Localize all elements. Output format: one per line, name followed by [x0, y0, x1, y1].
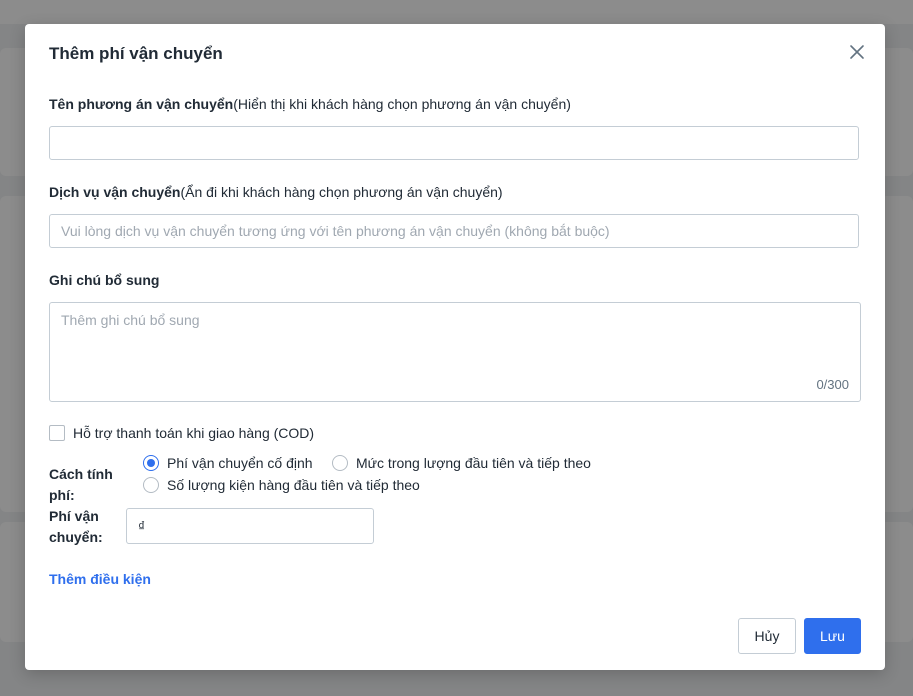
radio-fixed-fee-label[interactable]: Phí vận chuyển cố định — [167, 455, 313, 471]
radio-weight-tier-label[interactable]: Mức trong lượng đầu tiên và tiếp theo — [356, 455, 591, 471]
shipping-service-label: Dịch vụ vận chuyển(Ẩn đi khi khách hàng … — [49, 184, 503, 200]
note-field: 0/300 — [49, 302, 861, 402]
fee-label: Phí vận chuyển: — [49, 508, 103, 545]
cod-label[interactable]: Hỗ trợ thanh toán khi giao hàng (COD) — [73, 425, 314, 441]
fee-input[interactable]: ₫ — [126, 508, 374, 544]
currency-symbol: ₫ — [138, 518, 146, 534]
radio-weight-tier[interactable] — [332, 455, 348, 471]
note-textarea[interactable] — [50, 303, 860, 401]
close-icon[interactable] — [847, 42, 867, 62]
add-condition-link[interactable]: Thêm điều kiện — [49, 571, 151, 587]
cancel-button[interactable]: Hủy — [738, 618, 796, 654]
radio-fixed-fee[interactable] — [143, 455, 159, 471]
add-shipping-fee-modal: Thêm phí vận chuyển Tên phương án vận ch… — [25, 24, 885, 670]
calc-method-label: Cách tính phí: — [49, 466, 113, 503]
note-char-count: 0/300 — [816, 377, 849, 392]
shipping-name-input[interactable] — [49, 126, 859, 160]
radio-package-tier[interactable] — [143, 477, 159, 493]
note-label: Ghi chú bổ sung — [49, 272, 160, 288]
shipping-service-input[interactable] — [49, 214, 859, 248]
modal-title: Thêm phí vận chuyển — [49, 44, 223, 63]
save-button[interactable]: Lưu — [804, 618, 861, 654]
radio-package-tier-label[interactable]: Số lượng kiện hàng đầu tiên và tiếp theo — [167, 477, 420, 493]
cod-checkbox[interactable] — [49, 425, 65, 441]
shipping-name-label: Tên phương án vận chuyển(Hiển thị khi kh… — [49, 96, 571, 112]
